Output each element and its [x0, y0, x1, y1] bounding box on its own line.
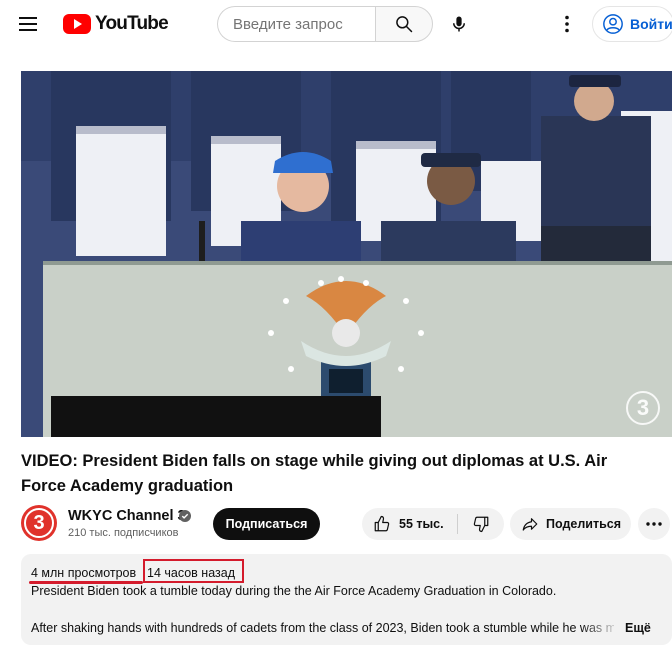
- avatar-text: 3: [33, 511, 45, 534]
- more-actions-button[interactable]: [638, 508, 670, 540]
- signin-button[interactable]: Войти: [592, 6, 672, 42]
- search-button[interactable]: [375, 6, 433, 42]
- dislike-button[interactable]: [458, 508, 504, 540]
- search-box: [217, 6, 433, 42]
- description-line-1: President Biden took a tumble today duri…: [31, 584, 557, 598]
- channel-watermark: 3: [626, 391, 660, 425]
- settings-menu-button[interactable]: [553, 8, 581, 40]
- search-input[interactable]: [217, 6, 376, 42]
- video-player[interactable]: 3: [21, 71, 672, 437]
- search-icon: [396, 16, 413, 33]
- signin-label: Войти: [630, 16, 672, 32]
- description-line-2: After shaking hands with hundreds of cad…: [31, 621, 614, 635]
- highlight-box: [143, 559, 244, 583]
- like-count: 55 тыс.: [399, 517, 444, 531]
- thumbs-up-icon: [374, 515, 390, 532]
- channel-name[interactable]: WKYC Channel 3: [68, 508, 186, 524]
- voice-search-button[interactable]: [441, 6, 477, 42]
- show-more-button[interactable]: Ещё: [625, 621, 651, 635]
- subscriber-count: 210 тыс. подписчиков: [68, 527, 179, 539]
- description-fade: [581, 616, 621, 640]
- account-icon: [603, 14, 623, 34]
- share-button[interactable]: Поделиться: [510, 508, 631, 540]
- view-count: 4 млн просмотров: [31, 566, 137, 580]
- video-title: VIDEO: President Biden falls on stage wh…: [21, 452, 608, 495]
- like-dislike-group: 55 тыс.: [362, 508, 504, 540]
- share-icon: [522, 518, 538, 531]
- verified-badge-icon: [179, 510, 191, 522]
- youtube-logo[interactable]: YouTube: [63, 12, 169, 36]
- watermark-text: 3: [636, 395, 650, 420]
- more-vertical-icon: [565, 15, 569, 33]
- masthead: YouTube Войти: [0, 0, 672, 48]
- thumbs-down-icon: [473, 516, 489, 533]
- logo-text: YouTube: [95, 13, 169, 34]
- subscribe-button[interactable]: Подписаться: [213, 508, 320, 540]
- share-label: Поделиться: [546, 517, 622, 531]
- hamburger-menu-icon[interactable]: [14, 10, 42, 38]
- like-button[interactable]: 55 тыс.: [362, 508, 457, 540]
- youtube-play-icon: [63, 14, 91, 34]
- video-frame: [21, 71, 672, 437]
- channel-avatar[interactable]: 3: [21, 505, 57, 541]
- avatar-logo: 3: [24, 508, 54, 538]
- microphone-icon: [453, 16, 465, 32]
- more-horizontal-icon: [646, 522, 662, 526]
- description-box[interactable]: 4 млн просмотров 14 часов назад Presiden…: [21, 554, 672, 645]
